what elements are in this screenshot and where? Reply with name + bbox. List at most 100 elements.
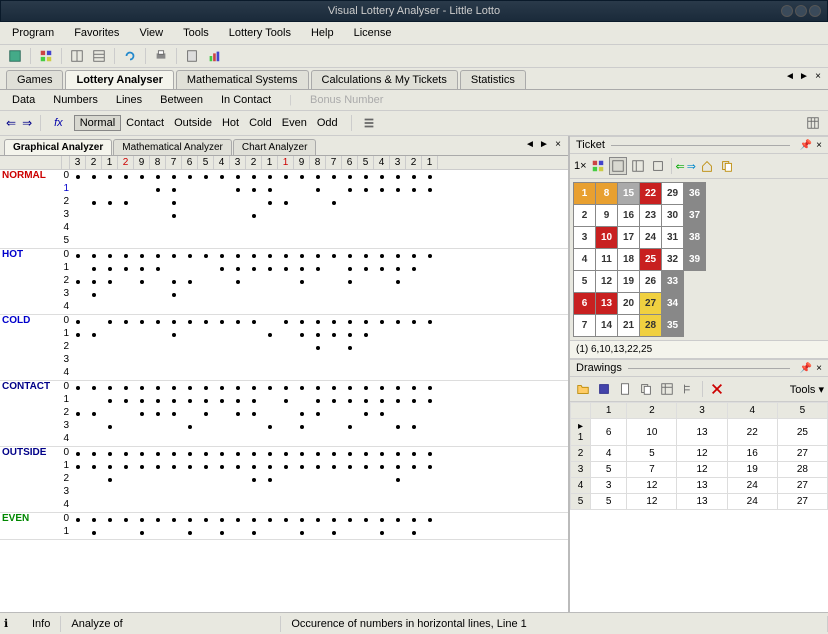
- ticket-fwd-icon[interactable]: ⇒: [687, 160, 696, 173]
- tab-lottery-analyser[interactable]: Lottery Analyser: [65, 70, 173, 89]
- subtab-lines[interactable]: Lines: [112, 93, 146, 107]
- drawings-row-header[interactable]: 2: [571, 446, 591, 462]
- drawings-cell[interactable]: 7: [627, 462, 677, 478]
- menu-favorites[interactable]: Favorites: [70, 25, 123, 41]
- filter-contact[interactable]: Contact: [121, 116, 169, 130]
- ticket-number[interactable]: 35: [662, 315, 684, 337]
- ticket-number[interactable]: 14: [596, 315, 618, 337]
- drawings-cell[interactable]: 27: [777, 446, 827, 462]
- pin-icon[interactable]: 📌: [800, 140, 812, 151]
- menu-help[interactable]: Help: [307, 25, 338, 41]
- panel-close-icon[interactable]: ×: [816, 363, 822, 374]
- drawings-cell[interactable]: 5: [591, 462, 627, 478]
- drawings-cell[interactable]: 4: [591, 446, 627, 462]
- grid-small-icon[interactable]: [804, 114, 822, 132]
- drawings-cell[interactable]: 27: [777, 494, 827, 510]
- ticket-number[interactable]: 39: [684, 249, 706, 271]
- subtab-numbers[interactable]: Numbers: [49, 93, 102, 107]
- ticket-number[interactable]: 6: [574, 293, 596, 315]
- ticket-number[interactable]: 31: [662, 227, 684, 249]
- tab-prev-icon[interactable]: ◄: [784, 71, 796, 83]
- menu-tools[interactable]: Tools: [179, 25, 213, 41]
- ticket-number[interactable]: 5: [574, 271, 596, 293]
- ticket-number[interactable]: 7: [574, 315, 596, 337]
- analyser-tab-mathematical-analyzer[interactable]: Mathematical Analyzer: [113, 139, 232, 155]
- drawings-row-header[interactable]: ▸ 1: [571, 419, 591, 446]
- subtab-between[interactable]: Between: [156, 93, 207, 107]
- drawings-cell[interactable]: 27: [777, 478, 827, 494]
- chart-icon[interactable]: [205, 47, 223, 65]
- menu-view[interactable]: View: [135, 25, 167, 41]
- tree-icon[interactable]: [679, 380, 697, 398]
- pin-icon[interactable]: 📌: [800, 363, 812, 374]
- calculator-icon[interactable]: [183, 47, 201, 65]
- ticket-number[interactable]: 17: [618, 227, 640, 249]
- ticket-number[interactable]: 28: [640, 315, 662, 337]
- drawings-cell[interactable]: 13: [677, 419, 727, 446]
- grid-icon[interactable]: [37, 47, 55, 65]
- ticket-number[interactable]: 9: [596, 205, 618, 227]
- new-window-icon[interactable]: [649, 157, 667, 175]
- drawings-cell[interactable]: 5: [591, 494, 627, 510]
- ticket-number[interactable]: 34: [662, 293, 684, 315]
- ticket-grid-icon[interactable]: [629, 157, 647, 175]
- analyser-tab-chart-analyzer[interactable]: Chart Analyzer: [233, 139, 317, 155]
- ticket-number[interactable]: 8: [596, 183, 618, 205]
- drawings-cell[interactable]: 13: [677, 478, 727, 494]
- forward-icon[interactable]: ⇒: [22, 116, 32, 130]
- menu-lottery-tools[interactable]: Lottery Tools: [225, 25, 295, 41]
- ticket-number[interactable]: 2: [574, 205, 596, 227]
- ticket-number[interactable]: 21: [618, 315, 640, 337]
- analyser-tab-graphical-analyzer[interactable]: Graphical Analyzer: [4, 139, 112, 155]
- ticket-number[interactable]: 1: [574, 183, 596, 205]
- table-icon[interactable]: [90, 47, 108, 65]
- copy-icon[interactable]: [637, 380, 655, 398]
- copy-icon[interactable]: [718, 157, 736, 175]
- ticket-number[interactable]: 22: [640, 183, 662, 205]
- tab-next-icon[interactable]: ►: [538, 139, 550, 151]
- ticket-number[interactable]: 18: [618, 249, 640, 271]
- layout-view-icon[interactable]: [609, 157, 627, 175]
- ticket-number[interactable]: 25: [640, 249, 662, 271]
- tab-statistics[interactable]: Statistics: [460, 70, 526, 89]
- tab-calculations-my-tickets[interactable]: Calculations & My Tickets: [311, 70, 458, 89]
- ticket-number[interactable]: 11: [596, 249, 618, 271]
- drawings-row-header[interactable]: 5: [571, 494, 591, 510]
- drawings-cell[interactable]: 12: [627, 478, 677, 494]
- drawings-cell[interactable]: 28: [777, 462, 827, 478]
- filter-odd[interactable]: Odd: [312, 116, 343, 130]
- subtab-in-contact[interactable]: In Contact: [217, 93, 275, 107]
- ticket-number[interactable]: 3: [574, 227, 596, 249]
- ticket-number[interactable]: 10: [596, 227, 618, 249]
- subtab-data[interactable]: Data: [8, 93, 39, 107]
- home-icon[interactable]: [698, 157, 716, 175]
- open-icon[interactable]: [574, 380, 592, 398]
- ticket-number[interactable]: 29: [662, 183, 684, 205]
- menu-license[interactable]: License: [350, 25, 396, 41]
- ticket-number[interactable]: 4: [574, 249, 596, 271]
- drawings-cell[interactable]: 12: [627, 494, 677, 510]
- ticket-number[interactable]: 12: [596, 271, 618, 293]
- ticket-number[interactable]: 27: [640, 293, 662, 315]
- refresh-icon[interactable]: [121, 47, 139, 65]
- filter-normal[interactable]: Normal: [74, 115, 121, 131]
- menu-program[interactable]: Program: [8, 25, 58, 41]
- drawings-cell[interactable]: 24: [727, 494, 777, 510]
- close-icon[interactable]: [809, 5, 821, 17]
- tab-prev-icon[interactable]: ◄: [524, 139, 536, 151]
- panel-close-icon[interactable]: ×: [816, 140, 822, 151]
- drawings-row-header[interactable]: 4: [571, 478, 591, 494]
- tab-close-icon[interactable]: ×: [812, 71, 824, 83]
- ticket-number[interactable]: 33: [662, 271, 684, 293]
- ticket-number[interactable]: 26: [640, 271, 662, 293]
- ticket-number[interactable]: 16: [618, 205, 640, 227]
- tool-icon[interactable]: [6, 47, 24, 65]
- grid-view-icon[interactable]: [589, 157, 607, 175]
- tab-close-icon[interactable]: ×: [552, 139, 564, 151]
- grid-icon[interactable]: [658, 380, 676, 398]
- tools-dropdown[interactable]: Tools ▾: [790, 383, 824, 396]
- ticket-number[interactable]: 23: [640, 205, 662, 227]
- tab-mathematical-systems[interactable]: Mathematical Systems: [176, 70, 309, 89]
- drawings-cell[interactable]: 12: [677, 462, 727, 478]
- ticket-number[interactable]: 36: [684, 183, 706, 205]
